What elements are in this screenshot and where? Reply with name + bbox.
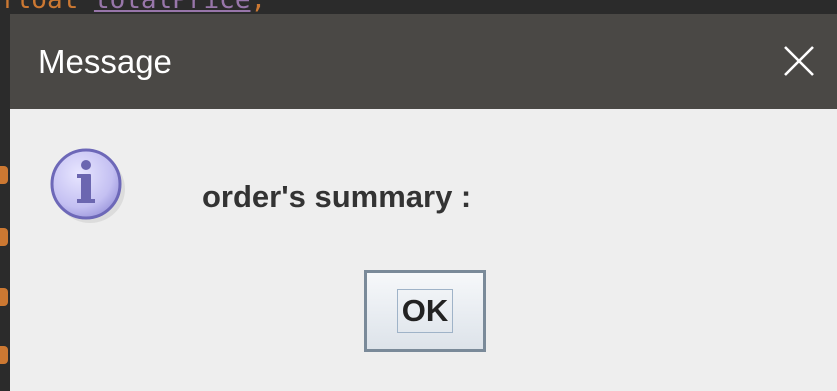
ok-button-label: OK <box>401 293 449 328</box>
dialog-titlebar[interactable]: Message <box>10 14 837 109</box>
code-keyword: float <box>0 0 79 15</box>
info-icon <box>50 148 125 223</box>
dialog-title: Message <box>38 43 172 80</box>
code-line: float totalPrice; <box>0 0 266 14</box>
code-punctuation: ; <box>250 0 267 15</box>
editor-gutter-marks <box>0 160 10 391</box>
close-button[interactable] <box>757 14 837 109</box>
code-identifier: totalPrice <box>93 0 251 15</box>
close-icon <box>784 46 814 76</box>
dialog-content: order's summary : OK <box>10 109 837 391</box>
dialog-message: order's summary : <box>202 179 472 214</box>
ok-button-focus-ring: OK <box>397 289 453 333</box>
message-dialog: Message order's summary : OK <box>10 14 837 391</box>
ok-button[interactable]: OK <box>364 270 486 352</box>
